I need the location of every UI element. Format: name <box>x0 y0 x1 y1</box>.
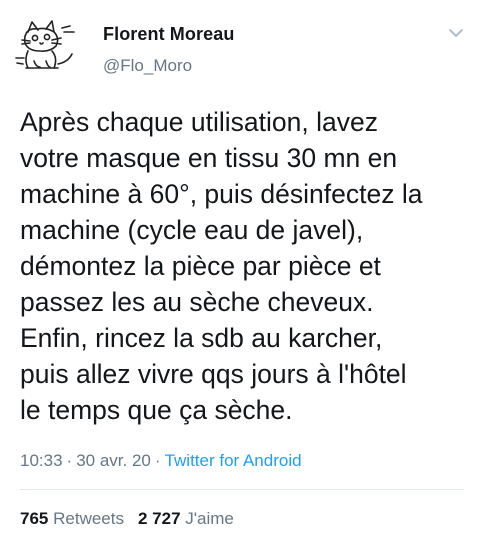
likes-label: J'aime <box>185 509 234 528</box>
tweet-card: Florent Moreau @Flo_Moro Après chaque ut… <box>0 0 480 542</box>
tweet-line: machine (cycle eau de javel), <box>20 215 364 245</box>
tweet-line: votre masque en tissu 30 mn en <box>20 143 398 173</box>
tweet-time[interactable]: 10:33 <box>20 451 63 470</box>
author-handle[interactable]: @Flo_Moro <box>103 56 192 76</box>
likes-count: 2 727 <box>137 509 181 528</box>
meta-separator: · <box>66 451 73 470</box>
tweet-line: Après chaque utilisation, lavez <box>20 107 378 137</box>
tweet-line: le temps que ça sèche. <box>20 395 293 425</box>
divider <box>20 489 464 490</box>
tweet-line: Enfin, rincez la sdb au karcher, <box>20 323 383 353</box>
tweet-line: démontez la pièce par pièce et <box>20 251 381 281</box>
tweet-source-link[interactable]: Twitter for Android <box>165 451 302 470</box>
retweets-count: 765 <box>20 509 49 528</box>
cat-sketch-avatar-icon <box>15 20 75 69</box>
tweet-line: puis allez vivre qqs jours à l'hôtel <box>20 359 407 389</box>
tweet-line: machine à 60°, puis désinfectez la <box>20 179 423 209</box>
tweet-text: Après chaque utilisation, lavez votre ma… <box>20 104 468 428</box>
author-avatar[interactable] <box>14 18 78 74</box>
tweet-meta: 10:33 · 30 avr. 20 · Twitter for Android <box>20 451 302 471</box>
retweets-label: Retweets <box>53 509 124 528</box>
retweets-stat[interactable]: 765 Retweets <box>20 509 124 528</box>
author-display-name[interactable]: Florent Moreau <box>103 24 234 45</box>
chevron-down-icon[interactable] <box>448 26 464 38</box>
tweet-date[interactable]: 30 avr. 20 <box>76 451 151 470</box>
meta-separator: · <box>154 451 161 470</box>
tweet-line: passez les au sèche cheveux. <box>20 287 374 317</box>
likes-stat[interactable]: 2 727 J'aime <box>138 509 234 528</box>
tweet-stats: 765 Retweets 2 727 J'aime <box>20 509 234 529</box>
